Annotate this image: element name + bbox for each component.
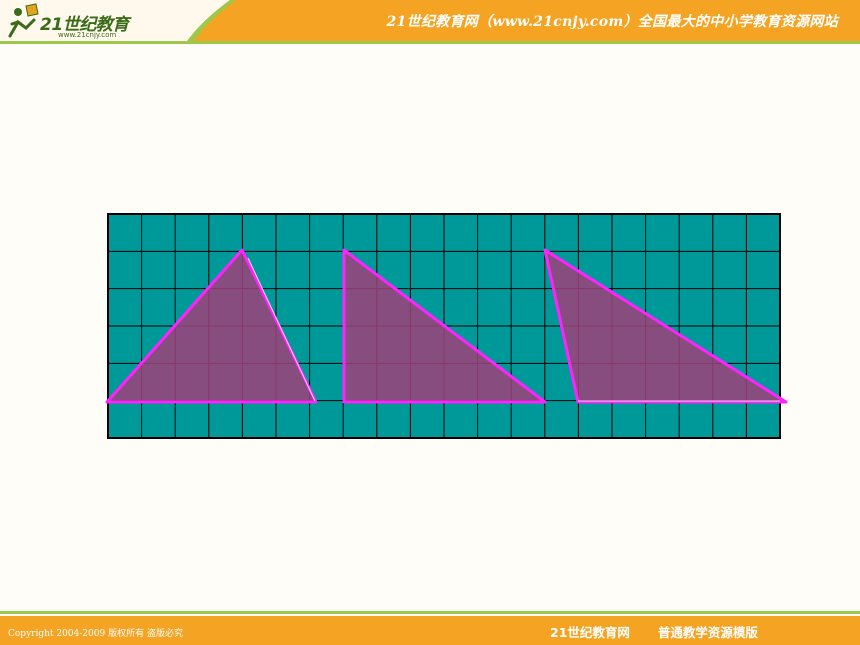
- footer-accent-line: [0, 611, 860, 614]
- copyright-text: Copyright 2004-2009 版权所有 盗版必究: [8, 629, 183, 639]
- footer-branding: 21世纪教育网 普通教学资源模版: [550, 622, 758, 641]
- footer-site-name: 21世纪教育网: [550, 625, 630, 640]
- footer-bar: Copyright 2004-2009 版权所有 盗版必究 21世纪教育网 普通教…: [0, 616, 860, 645]
- triangle-grid-figure: [105, 213, 788, 439]
- footer-template-name: 普通教学资源模版: [657, 625, 758, 640]
